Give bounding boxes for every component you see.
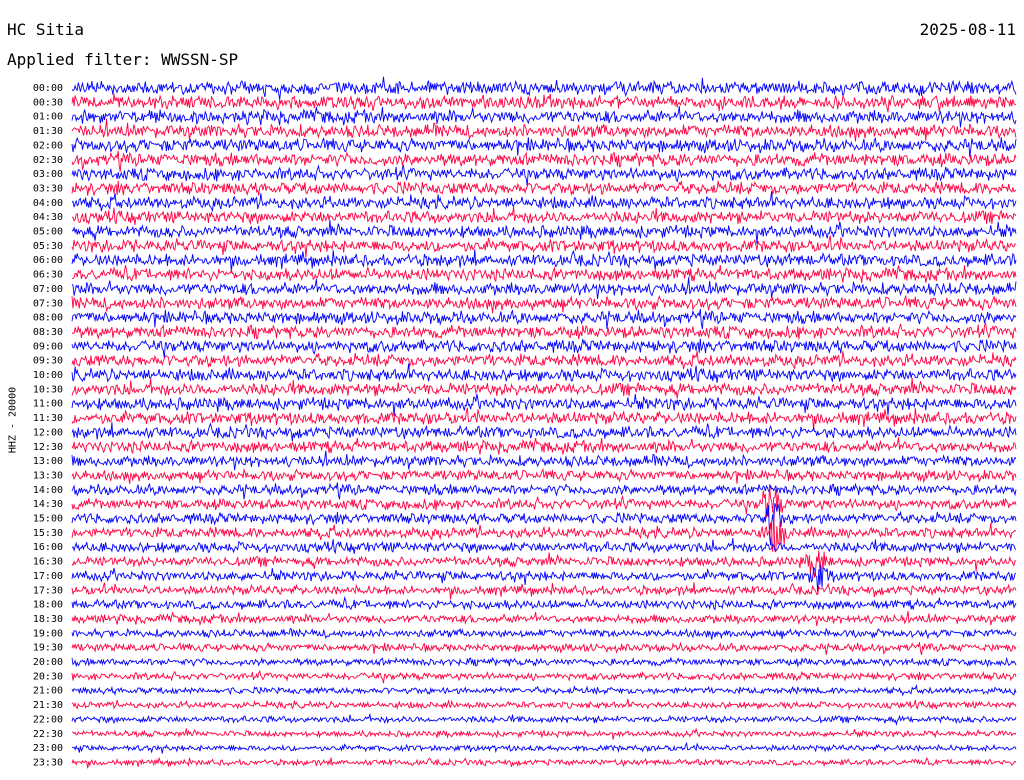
trace-row <box>71 118 1017 142</box>
trace-row <box>71 350 1017 370</box>
trace-row <box>71 106 1017 128</box>
time-tick-label: 06:30 <box>33 270 63 281</box>
time-tick-label: 11:30 <box>33 413 63 424</box>
trace-row <box>71 249 1017 273</box>
time-tick-label: 15:00 <box>33 514 63 525</box>
time-tick-label: 10:00 <box>33 370 63 381</box>
time-tick-label: 17:00 <box>33 571 63 582</box>
trace-row <box>71 378 1017 399</box>
time-tick-label: 08:30 <box>33 327 63 338</box>
trace-row <box>71 641 1017 656</box>
time-tick-label: 03:00 <box>33 169 63 180</box>
time-tick-label: 01:00 <box>33 112 63 123</box>
trace-row <box>71 656 1017 668</box>
trace-row <box>71 450 1017 471</box>
trace-row <box>71 206 1017 226</box>
trace-row <box>71 235 1016 258</box>
trace-row <box>71 437 1017 455</box>
time-tick-label: 18:00 <box>33 600 63 611</box>
time-tick-label: 13:00 <box>33 456 63 467</box>
time-tick-label: 20:00 <box>33 657 63 668</box>
time-tick-label: 10:30 <box>33 384 63 395</box>
time-tick-label: 23:00 <box>33 743 63 754</box>
trace-row <box>71 93 1017 113</box>
trace-row <box>71 683 1017 697</box>
time-tick-label: 13:30 <box>33 470 63 481</box>
trace-row <box>71 741 1017 754</box>
time-tick-label: 05:30 <box>33 241 63 252</box>
trace-row <box>71 467 1017 484</box>
trace-row <box>71 713 1017 726</box>
trace-row <box>71 407 1017 431</box>
trace-row <box>71 180 1017 197</box>
trace-row <box>71 727 1017 740</box>
time-tick-labels: 00:00 00:30 01:00 01:30 02:00 02:30 03:00 03:30… <box>33 83 63 768</box>
time-tick-label: 17:30 <box>33 585 63 596</box>
time-tick-label: 14:00 <box>33 485 63 496</box>
trace-row <box>71 538 1017 555</box>
trace-row <box>71 596 1017 611</box>
trace-row <box>71 277 1017 300</box>
trace-row <box>71 294 1017 314</box>
time-tick-label: 04:30 <box>33 212 63 223</box>
trace-row <box>71 422 1017 442</box>
time-tick-label: 22:30 <box>33 729 63 740</box>
time-tick-label: 09:30 <box>33 356 63 367</box>
trace-row <box>71 136 1017 158</box>
time-tick-label: 21:30 <box>33 700 63 711</box>
time-tick-label: 21:00 <box>33 686 63 697</box>
time-tick-label: 00:00 <box>33 83 63 94</box>
trace-row <box>71 393 1017 416</box>
helicorder-plot: 00:00 00:30 01:00 01:30 02:00 02:30 03:00 03:30… <box>33 76 1017 769</box>
time-tick-label: 12:00 <box>33 427 63 438</box>
time-tick-label: 19:00 <box>33 628 63 639</box>
trace-row <box>71 191 1017 212</box>
time-tick-label: 02:00 <box>33 140 63 151</box>
trace-row <box>71 322 1017 340</box>
trace-row <box>71 669 1017 684</box>
time-tick-label: 18:30 <box>33 614 63 625</box>
time-tick-label: 05:00 <box>33 227 63 238</box>
trace-row <box>71 698 1017 711</box>
time-tick-label: 09:00 <box>33 341 63 352</box>
time-tick-label: 08:00 <box>33 313 63 324</box>
time-tick-label: 16:30 <box>33 557 63 568</box>
trace-row <box>71 308 1017 330</box>
trace-row <box>71 482 1017 500</box>
trace-row <box>71 220 1017 244</box>
time-tick-label: 03:30 <box>33 183 63 194</box>
trace-row <box>71 503 1017 546</box>
trace-row <box>71 164 1017 186</box>
time-tick-label: 15:30 <box>33 528 63 539</box>
time-tick-label: 04:00 <box>33 198 63 209</box>
time-tick-label: 07:00 <box>33 284 63 295</box>
time-tick-label: 12:30 <box>33 442 63 453</box>
trace-layer <box>71 76 1017 769</box>
time-tick-label: 19:30 <box>33 643 63 654</box>
time-tick-label: 22:00 <box>33 714 63 725</box>
time-tick-label: 20:30 <box>33 671 63 682</box>
time-tick-label: 01:30 <box>33 126 63 137</box>
time-tick-label: 14:30 <box>33 499 63 510</box>
time-tick-label: 23:30 <box>33 757 63 768</box>
trace-row <box>71 582 1017 600</box>
trace-row <box>71 756 1017 769</box>
time-tick-label: 07:30 <box>33 298 63 309</box>
time-tick-label: 00:30 <box>33 97 63 108</box>
time-tick-label: 02:30 <box>33 155 63 166</box>
trace-row <box>71 338 1017 359</box>
time-tick-label: 11:00 <box>33 399 63 410</box>
time-tick-label: 16:00 <box>33 542 63 553</box>
trace-row <box>71 627 1017 640</box>
trace-row <box>71 265 1017 283</box>
trace-row <box>71 610 1017 627</box>
time-tick-label: 06:00 <box>33 255 63 266</box>
